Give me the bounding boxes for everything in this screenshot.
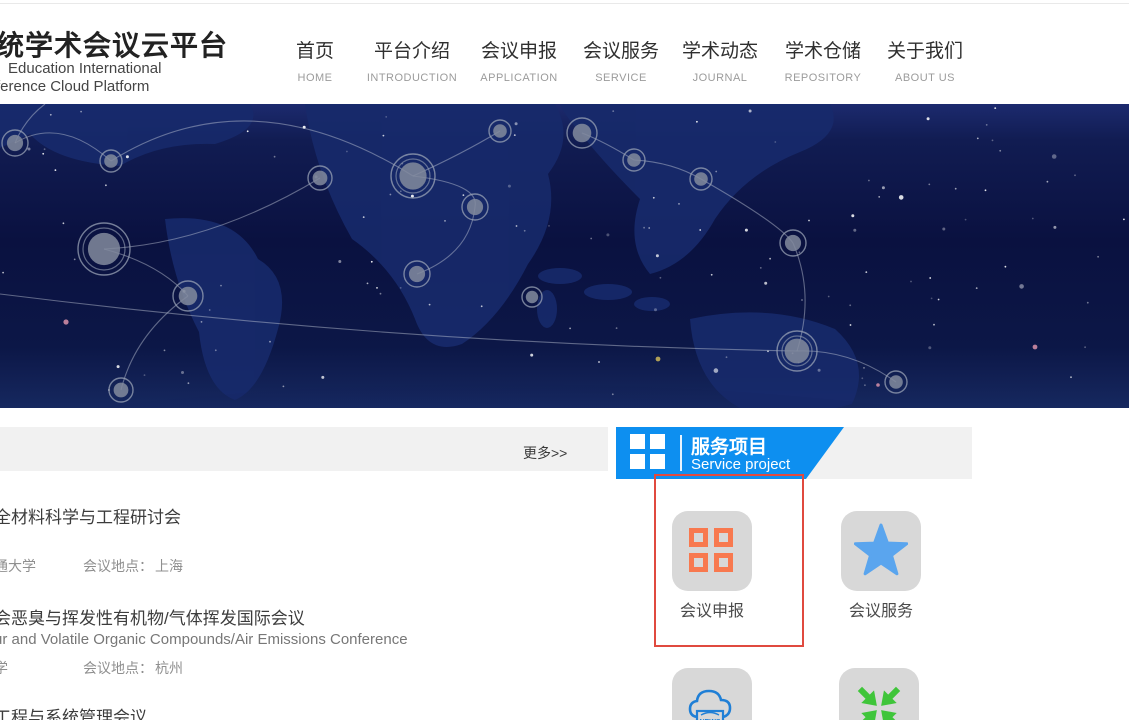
service-panel-title: 服务项目 xyxy=(691,432,767,459)
converge-arrows-icon xyxy=(851,680,907,720)
conference-title[interactable]: 全材料科学与工程研讨会 xyxy=(0,503,181,528)
banner-divider xyxy=(680,435,682,471)
page: 统学术会议云平台 Education International ference… xyxy=(0,0,1129,720)
header: 统学术会议云平台 Education International ference… xyxy=(0,0,1129,104)
conference-meta: 通大学 会议地点： 上海 xyxy=(0,556,602,576)
service-panel-subtitle: Service project xyxy=(691,456,790,473)
service-tile-repository[interactable] xyxy=(839,668,919,720)
nav-label-en: ABOUT US xyxy=(859,72,991,84)
conference-host: 通大学 xyxy=(0,558,36,574)
location-label: 会议地点： xyxy=(83,556,153,576)
nav-label-zh: 关于我们 xyxy=(859,36,991,63)
service-tile-label[interactable]: 会议申报 xyxy=(672,597,752,621)
service-tile-journal[interactable]: NEWS xyxy=(672,668,752,720)
nav-item-about[interactable]: 关于我们 ABOUT US xyxy=(859,36,991,84)
more-link[interactable]: 更多>> xyxy=(523,443,567,463)
news-cloud-icon: NEWS xyxy=(686,684,738,720)
world-map-graphic xyxy=(0,104,1129,408)
location-value: 杭州 xyxy=(155,658,183,678)
hero-banner xyxy=(0,104,1129,408)
location-label: 会议地点： xyxy=(83,658,153,678)
service-tile-service[interactable] xyxy=(841,511,921,591)
star-icon xyxy=(854,523,908,577)
conference-title[interactable]: 工程与系统管理会议 xyxy=(0,703,147,720)
location-value: 上海 xyxy=(155,556,183,576)
logo-title: 统学术会议云平台 xyxy=(0,24,228,64)
logo-subtitle-2: ference Cloud Platform xyxy=(0,78,149,95)
service-tile-application[interactable] xyxy=(672,511,752,591)
conference-section-header xyxy=(0,427,608,471)
conference-meta: 学 会议地点： 杭州 xyxy=(0,658,602,678)
service-tile-label[interactable]: 会议服务 xyxy=(841,597,921,621)
conference-subtitle-en: ur and Volatile Organic Compounds/Air Em… xyxy=(0,631,408,648)
grid-icon xyxy=(630,434,665,469)
service-panel-banner: 服务项目 Service project xyxy=(616,427,844,479)
grid-squares-icon xyxy=(689,528,735,574)
conference-host: 学 xyxy=(0,660,8,676)
logo-subtitle-1: Education International xyxy=(8,60,161,77)
top-divider xyxy=(0,3,1129,4)
conference-title[interactable]: 会恶臭与挥发性有机物/气体挥发国际会议 xyxy=(0,604,305,629)
